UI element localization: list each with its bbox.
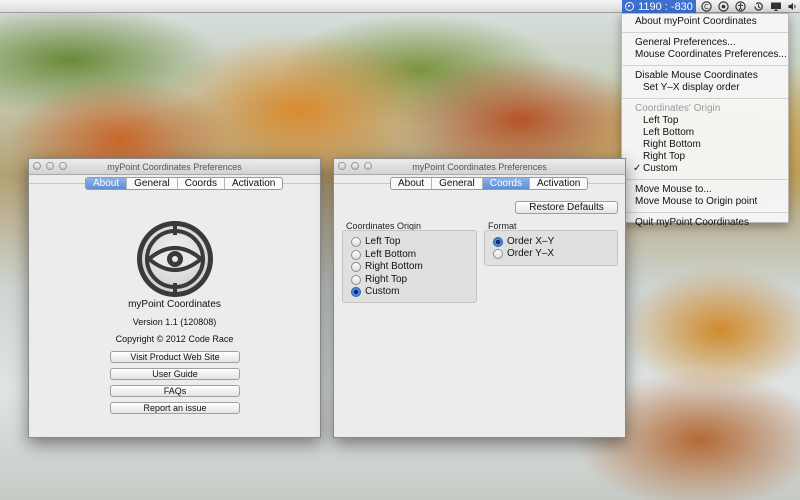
- tab-bar: About General Coords Activation: [390, 177, 589, 190]
- minimize-button[interactable]: [351, 162, 359, 170]
- radio-button[interactable]: [351, 261, 361, 272]
- copyright-c-icon[interactable]: C: [699, 0, 713, 13]
- menu-item-quit[interactable]: Quit myPoint Coordinates: [622, 217, 788, 229]
- window-controls: [33, 162, 67, 170]
- menu-item-origin-left-bottom[interactable]: Left Bottom: [622, 127, 788, 139]
- radio-label: Right Top: [365, 274, 408, 285]
- menu-item-origin-left-top[interactable]: Left Top: [622, 115, 788, 127]
- radio-origin-right-bottom[interactable]: Right Bottom: [351, 261, 423, 272]
- restore-defaults-button[interactable]: Restore Defaults: [515, 201, 618, 214]
- window-titlebar: myPoint Coordinates Preferences: [334, 159, 625, 175]
- radio-label: Order Y–X: [507, 248, 555, 259]
- svg-text:C: C: [704, 3, 709, 11]
- menu-bar: 1190 : -830 C: [0, 0, 800, 13]
- zoom-button[interactable]: [364, 162, 372, 170]
- visit-website-button[interactable]: Visit Product Web Site: [110, 351, 240, 363]
- user-guide-button[interactable]: User Guide: [110, 368, 240, 380]
- radio-button[interactable]: [351, 249, 361, 260]
- radio-origin-right-top[interactable]: Right Top: [351, 274, 407, 285]
- menu-separator: [622, 179, 788, 180]
- accessibility-icon[interactable]: [733, 0, 747, 13]
- menu-item-mouse-coordinates-preferences[interactable]: Mouse Coordinates Preferences...: [622, 49, 788, 61]
- tab-general[interactable]: General: [432, 178, 483, 189]
- radio-origin-left-top[interactable]: Left Top: [351, 236, 400, 247]
- display-icon[interactable]: [768, 0, 783, 13]
- preferences-window-about: myPoint Coordinates Preferences About Ge…: [28, 158, 321, 438]
- menu-item-general-preferences[interactable]: General Preferences...: [622, 37, 788, 49]
- menu-item-origin-right-bottom[interactable]: Right Bottom: [622, 139, 788, 151]
- menu-section-coordinates-origin: Coordinates' Origin: [635, 103, 721, 114]
- zoom-button[interactable]: [59, 162, 67, 170]
- radio-button-selected[interactable]: [493, 236, 503, 247]
- tab-coords[interactable]: Coords: [178, 178, 225, 189]
- window-title: myPoint Coordinates Preferences: [412, 162, 547, 172]
- menu-item-about[interactable]: About myPoint Coordinates: [622, 16, 788, 28]
- window-title: myPoint Coordinates Preferences: [107, 162, 242, 172]
- crosshair-icon: [625, 2, 635, 11]
- target-icon[interactable]: [716, 0, 730, 13]
- app-logo-icon: [135, 219, 215, 299]
- menu-separator: [622, 98, 788, 99]
- coordinates-readout: 1190 : -830: [638, 0, 693, 13]
- app-name: myPoint Coordinates: [128, 299, 221, 310]
- time-machine-icon[interactable]: [751, 0, 765, 13]
- radio-label: Left Top: [365, 236, 401, 247]
- radio-button-selected[interactable]: [351, 286, 361, 297]
- faqs-button[interactable]: FAQs: [110, 385, 240, 397]
- tab-about[interactable]: About: [86, 178, 128, 189]
- menu-item-set-yx-order[interactable]: Set Y–X display order: [622, 82, 788, 94]
- copyright-text: Copyright © 2012 Code Race: [115, 334, 234, 344]
- menu-separator: [622, 65, 788, 66]
- radio-label: Custom: [365, 286, 400, 297]
- close-button[interactable]: [33, 162, 41, 170]
- menu-separator: [622, 32, 788, 33]
- menu-item-origin-right-top[interactable]: Right Top: [622, 151, 788, 163]
- tab-general[interactable]: General: [127, 178, 178, 189]
- minimize-button[interactable]: [46, 162, 54, 170]
- menu-item-disable-mouse-coordinates[interactable]: Disable Mouse Coordinates: [622, 70, 788, 82]
- mouse-coordinates-status-item[interactable]: 1190 : -830: [622, 0, 696, 13]
- radio-label: Left Bottom: [365, 249, 417, 260]
- radio-label: Right Bottom: [365, 261, 423, 272]
- radio-origin-custom[interactable]: Custom: [351, 286, 399, 297]
- close-button[interactable]: [338, 162, 346, 170]
- volume-icon[interactable]: [785, 0, 799, 13]
- menu-separator: [622, 212, 788, 213]
- report-issue-button[interactable]: Report an issue: [110, 402, 240, 414]
- radio-button[interactable]: [493, 248, 503, 259]
- tab-activation[interactable]: Activation: [225, 178, 282, 189]
- radio-format-xy[interactable]: Order X–Y: [493, 236, 554, 247]
- menu-item-move-mouse-origin[interactable]: Move Mouse to Origin point: [622, 196, 788, 208]
- coordinates-dropdown-menu: About myPoint Coordinates General Prefer…: [621, 13, 789, 228]
- tab-bar: About General Coords Activation: [85, 177, 284, 190]
- preferences-window-coords: myPoint Coordinates Preferences About Ge…: [333, 158, 626, 438]
- radio-button[interactable]: [351, 236, 361, 247]
- tab-about[interactable]: About: [391, 178, 433, 189]
- window-controls: [338, 162, 372, 170]
- window-titlebar: myPoint Coordinates Preferences: [29, 159, 320, 175]
- version-text: Version 1.1 (120808): [132, 317, 217, 327]
- radio-format-yx[interactable]: Order Y–X: [493, 248, 554, 259]
- menu-item-move-mouse-to[interactable]: Move Mouse to...: [622, 184, 788, 196]
- radio-label: Order X–Y: [507, 236, 555, 247]
- tab-coords[interactable]: Coords: [482, 178, 530, 189]
- menu-item-origin-custom[interactable]: Custom: [622, 163, 788, 175]
- radio-button[interactable]: [351, 274, 361, 285]
- radio-origin-left-bottom[interactable]: Left Bottom: [351, 249, 416, 260]
- tab-activation[interactable]: Activation: [530, 178, 587, 189]
